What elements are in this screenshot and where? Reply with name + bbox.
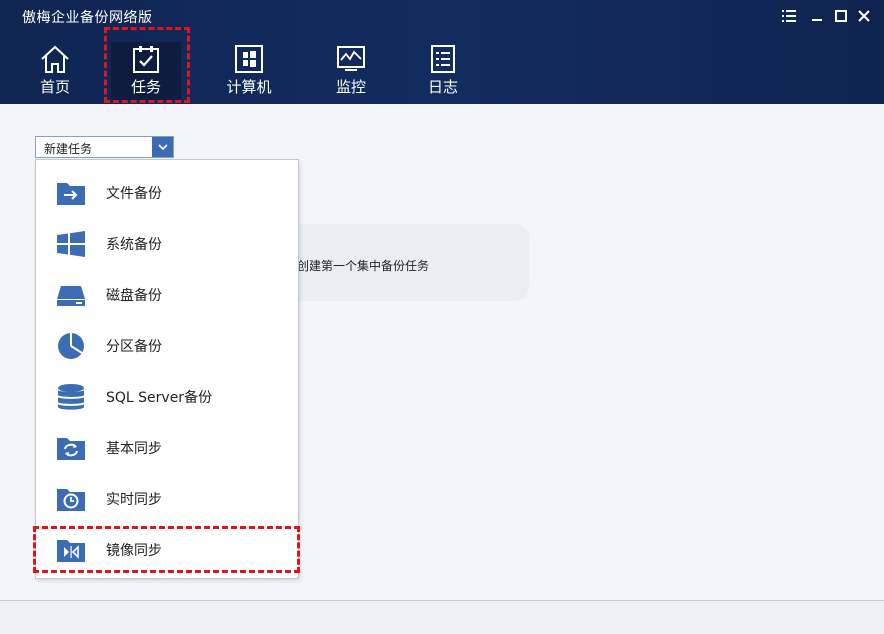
- menu-item-label: 分区备份: [106, 338, 162, 355]
- empty-state-text: 创建第一个集中备份任务: [297, 259, 430, 273]
- chevron-down-icon[interactable]: [152, 137, 173, 157]
- computer-icon: [235, 45, 263, 73]
- menu-item-system-backup[interactable]: 系统备份: [36, 218, 298, 269]
- menu-item-label: 系统备份: [106, 236, 162, 253]
- menu-item-label: SQL Server备份: [106, 389, 213, 406]
- menu-item-partition-backup[interactable]: 分区备份: [36, 320, 298, 371]
- nav-computer[interactable]: 计算机: [214, 42, 284, 100]
- minimize-icon[interactable]: [806, 6, 828, 26]
- menu-item-sql-server-backup[interactable]: SQL Server备份: [36, 371, 298, 422]
- new-task-dropdown: 文件备份 系统备份 磁盘备份 分区备份 SQL Server备份 基本同步 实时…: [35, 159, 299, 579]
- task-type-select[interactable]: 新建任务: [35, 136, 174, 158]
- partition-backup-icon: [58, 332, 84, 359]
- menu-item-basic-sync[interactable]: 基本同步: [36, 422, 298, 473]
- maximize-icon[interactable]: [830, 6, 852, 26]
- nav-computer-label: 计算机: [226, 78, 272, 96]
- task-type-select-value: 新建任务: [44, 142, 93, 156]
- realtime-sync-icon: [57, 488, 85, 511]
- nav-log[interactable]: 日志: [408, 42, 478, 100]
- empty-state-card[interactable]: 创建第一个集中备份任务: [270, 224, 529, 301]
- highlight-box-mirror-sync: [33, 526, 300, 573]
- system-backup-icon: [57, 230, 85, 257]
- file-backup-icon: [57, 182, 85, 205]
- menu-item-file-backup[interactable]: 文件备份: [36, 167, 298, 218]
- nav-log-label: 日志: [427, 78, 458, 96]
- highlight-box-task: [104, 27, 190, 103]
- menu-item-disk-backup[interactable]: 磁盘备份: [36, 269, 298, 320]
- monitor-icon: [337, 46, 365, 71]
- disk-backup-icon: [57, 285, 85, 306]
- app-title: 傲梅企业备份网络版: [22, 10, 153, 26]
- sql-server-backup-icon: [58, 383, 84, 410]
- nav-monitor-label: 监控: [335, 78, 366, 96]
- nav-home[interactable]: 首页: [20, 42, 90, 100]
- nav-home-label: 首页: [39, 78, 70, 96]
- menu-item-realtime-sync[interactable]: 实时同步: [36, 473, 298, 524]
- home-icon: [41, 45, 69, 73]
- close-icon[interactable]: [853, 6, 875, 26]
- menu-item-label: 基本同步: [106, 440, 162, 457]
- menu-icon[interactable]: [778, 6, 800, 26]
- log-icon: [431, 45, 455, 73]
- status-bar: [0, 600, 884, 634]
- menu-item-label: 文件备份: [106, 185, 162, 202]
- nav-monitor[interactable]: 监控: [316, 42, 386, 100]
- basic-sync-icon: [57, 437, 85, 460]
- menu-item-label: 实时同步: [106, 491, 162, 508]
- menu-item-label: 磁盘备份: [106, 287, 162, 304]
